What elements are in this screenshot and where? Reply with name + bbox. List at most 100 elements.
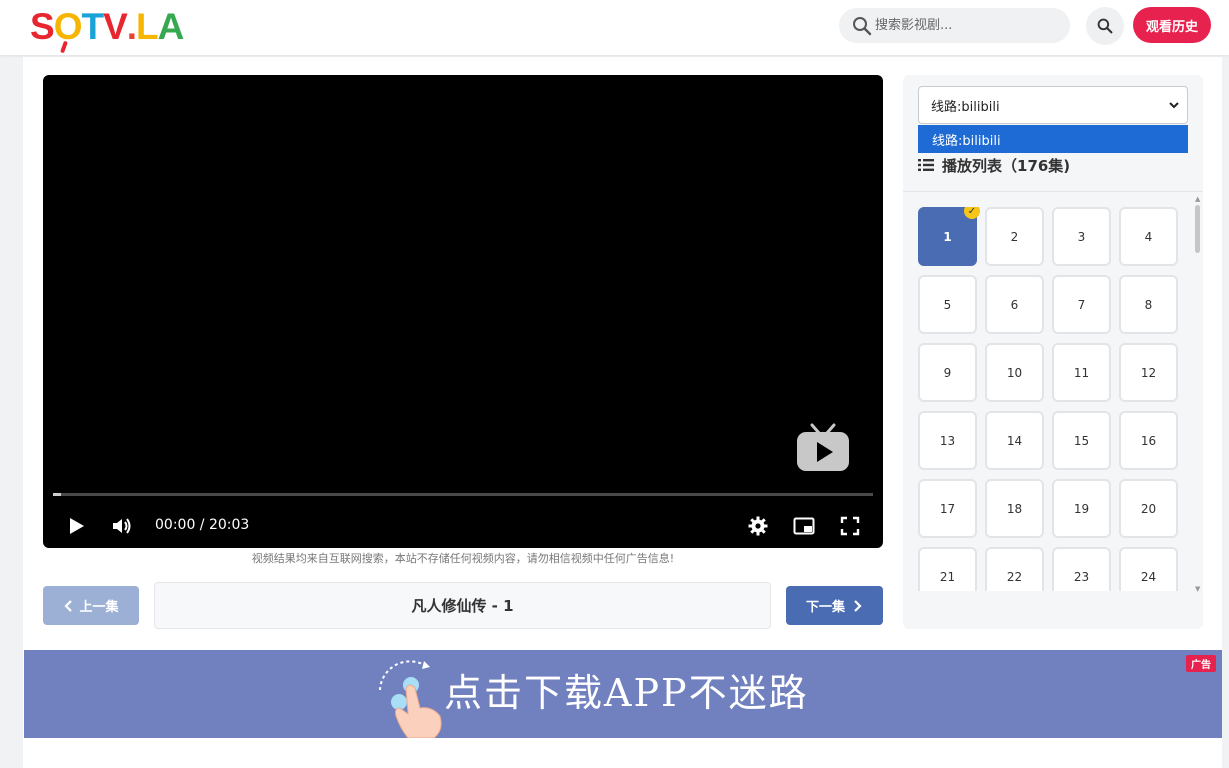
- search-icon: [1097, 18, 1113, 34]
- route-option[interactable]: 线路:bilibili: [918, 125, 1188, 153]
- pip-icon: [793, 517, 815, 535]
- ad-tag-badge: 广告: [1186, 655, 1216, 672]
- episode-button[interactable]: 3: [1052, 207, 1111, 266]
- episode-list-scrollbar[interactable]: ▲ ▼: [1194, 195, 1202, 593]
- video-player[interactable]: 00:00 / 20:03: [43, 75, 883, 548]
- progress-bar[interactable]: [53, 493, 873, 496]
- route-select-value: 线路:bilibili: [931, 99, 1000, 115]
- logo-letter: T: [81, 6, 104, 47]
- episode-number: 17: [939, 501, 956, 516]
- play-button[interactable]: [65, 515, 87, 537]
- episode-button[interactable]: 15: [1052, 411, 1111, 470]
- episode-button[interactable]: 6: [985, 275, 1044, 334]
- episode-button[interactable]: 4: [1119, 207, 1178, 266]
- episode-number: 11: [1073, 365, 1090, 380]
- fullscreen-button[interactable]: [839, 515, 861, 537]
- episode-number: 8: [1144, 297, 1153, 312]
- logo-letter: O: [53, 6, 83, 47]
- divider: [903, 191, 1203, 192]
- gear-icon: [748, 516, 768, 536]
- episode-button[interactable]: 24: [1119, 547, 1178, 591]
- chevron-right-icon: [854, 599, 862, 612]
- scroll-down-arrow-icon[interactable]: ▼: [1195, 585, 1200, 593]
- ad-banner[interactable]: 点击下载APP不迷路 广告: [24, 650, 1222, 738]
- checkmark-icon: ✓: [964, 207, 980, 219]
- episode-number: 15: [1073, 433, 1090, 448]
- playlist-title: 播放列表（176集): [942, 156, 1071, 175]
- episode-grid: 1 ✓ 2 3 4 5 6 7 8 9 10 11 12 13 14 15 16 17 18 19 20 21 22 23 24: [918, 207, 1180, 591]
- scrollbar-thumb[interactable]: [1195, 205, 1200, 253]
- episode-button[interactable]: 18: [985, 479, 1044, 538]
- episode-button[interactable]: 1 ✓: [918, 207, 980, 266]
- episode-button[interactable]: 17: [918, 479, 977, 538]
- episode-title: 凡人修仙传 - 1: [154, 582, 771, 629]
- episode-number: 18: [1006, 501, 1023, 516]
- logo-letter: S: [30, 6, 55, 47]
- settings-button[interactable]: [747, 515, 769, 537]
- episode-button[interactable]: 12: [1119, 343, 1178, 402]
- logo-letter: .: [126, 6, 137, 47]
- ad-text: 点击下载APP不迷路: [444, 671, 809, 715]
- disclaimer-text: 视频结果均来自互联网搜索，本站不存储任何视频内容，请勿相信视频中任何广告信息!: [251, 552, 675, 565]
- search-input[interactable]: [875, 8, 1060, 43]
- episode-sidebar: 线路:bilibili 线路:bilibili 播放列表（176集) 1 ✓ 2 3 4…: [903, 75, 1203, 629]
- episode-button[interactable]: 11: [1052, 343, 1111, 402]
- search-button[interactable]: [1086, 7, 1124, 45]
- volume-icon: [113, 518, 131, 534]
- episode-number: 3: [1077, 229, 1086, 244]
- episode-button[interactable]: 2: [985, 207, 1044, 266]
- chevron-left-icon: [64, 599, 73, 612]
- site-logo[interactable]: SOTV.LA: [30, 5, 185, 49]
- logo-letter: A: [157, 6, 185, 47]
- episode-number: 10: [1006, 365, 1023, 380]
- episode-number: 24: [1140, 569, 1157, 584]
- fullscreen-icon: [840, 516, 860, 536]
- episode-number: 20: [1140, 501, 1157, 516]
- episode-button[interactable]: 22: [985, 547, 1044, 591]
- episode-number: 13: [939, 433, 956, 448]
- search-icon: [853, 17, 872, 36]
- episode-button[interactable]: 7: [1052, 275, 1111, 334]
- logo-letter: V: [103, 6, 128, 47]
- episode-button[interactable]: 19: [1052, 479, 1111, 538]
- episode-number: 6: [1010, 297, 1019, 312]
- previous-episode-label: 上一集: [79, 600, 119, 615]
- episode-number: 16: [1140, 433, 1157, 448]
- episode-number: 1: [943, 229, 952, 244]
- episode-button[interactable]: 13: [918, 411, 977, 470]
- episode-button[interactable]: 10: [985, 343, 1044, 402]
- episode-number: 23: [1073, 569, 1090, 584]
- episode-button[interactable]: 14: [985, 411, 1044, 470]
- episode-number: 12: [1140, 365, 1157, 380]
- search-box: [839, 8, 1070, 43]
- episode-number: 21: [939, 569, 956, 584]
- logo-letter: L: [136, 6, 159, 47]
- next-episode-label: 下一集: [805, 600, 845, 615]
- previous-episode-button[interactable]: 上一集: [43, 586, 139, 625]
- episode-number: 4: [1144, 229, 1153, 244]
- episode-button[interactable]: 9: [918, 343, 977, 402]
- episode-button[interactable]: 23: [1052, 547, 1111, 591]
- top-navigation-bar: SOTV.LA 观看历史: [0, 0, 1229, 55]
- progress-bar-fill: [53, 493, 62, 496]
- episode-number: 2: [1010, 229, 1019, 244]
- episode-number: 5: [943, 297, 952, 312]
- tv-play-icon: [797, 423, 849, 471]
- next-episode-button[interactable]: 下一集: [786, 586, 883, 625]
- episode-button[interactable]: 8: [1119, 275, 1178, 334]
- picture-in-picture-button[interactable]: [793, 515, 815, 537]
- scroll-up-arrow-icon[interactable]: ▲: [1195, 195, 1200, 203]
- watch-history-button[interactable]: 观看历史: [1133, 7, 1211, 43]
- episode-number: 14: [1006, 433, 1023, 448]
- episode-number: 19: [1073, 501, 1090, 516]
- episode-number: 7: [1077, 297, 1086, 312]
- list-icon: [918, 159, 934, 171]
- playlist-header: 播放列表（176集): [918, 153, 1070, 177]
- chevron-down-icon: [1169, 102, 1179, 109]
- episode-button[interactable]: 21: [918, 547, 977, 591]
- route-select[interactable]: 线路:bilibili: [918, 86, 1188, 124]
- episode-button[interactable]: 20: [1119, 479, 1178, 538]
- episode-button[interactable]: 16: [1119, 411, 1178, 470]
- episode-button[interactable]: 5: [918, 275, 977, 334]
- volume-button[interactable]: [111, 515, 133, 537]
